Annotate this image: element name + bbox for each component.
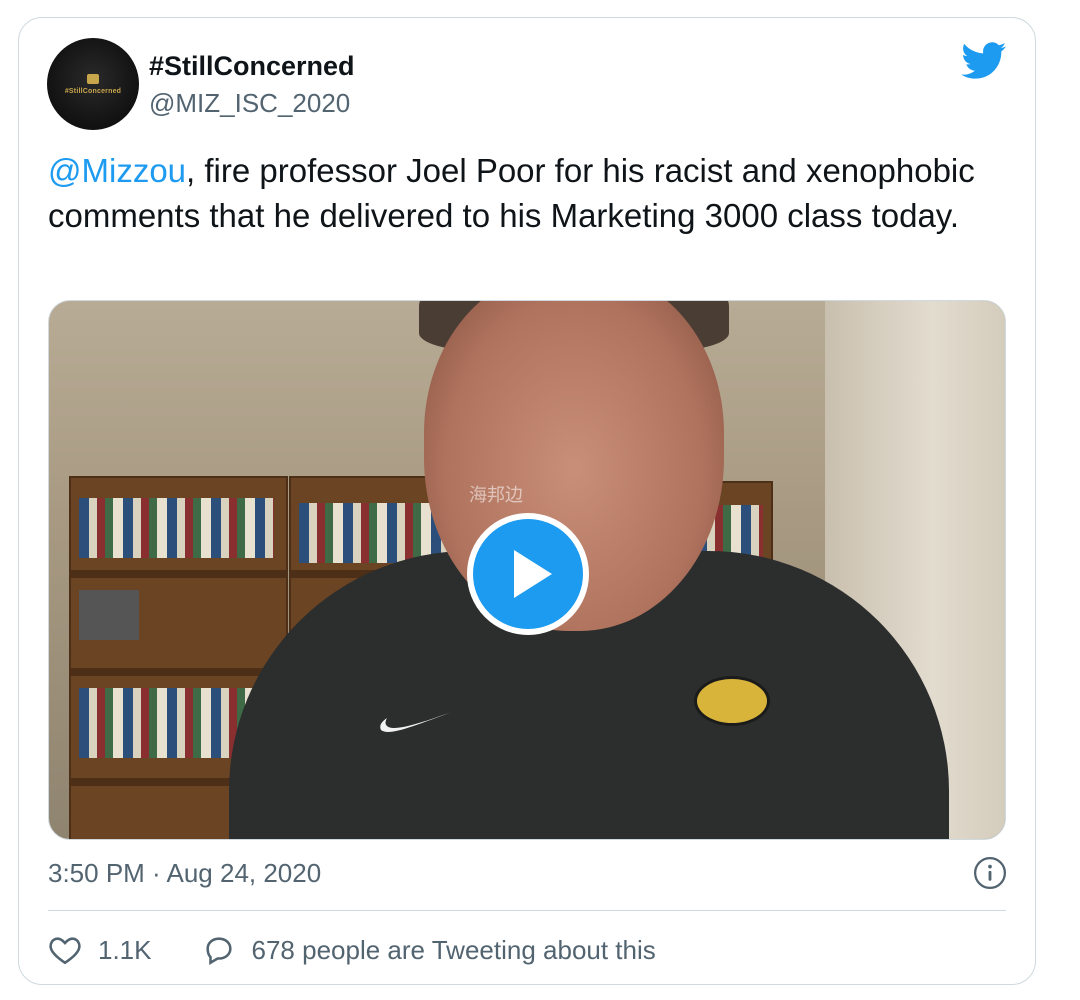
reply-label: 678 people are Tweeting about this bbox=[251, 934, 656, 965]
avatar[interactable]: #StillConcerned bbox=[47, 38, 139, 130]
tiger-logo bbox=[694, 676, 770, 726]
heart-icon bbox=[49, 937, 81, 965]
tweet-timestamp[interactable]: 3:50 PM · Aug 24, 2020 bbox=[48, 858, 321, 889]
divider bbox=[48, 910, 1006, 911]
info-icon[interactable] bbox=[973, 856, 1007, 890]
nike-logo bbox=[380, 710, 457, 732]
user-handle[interactable]: @MIZ_ISC_2020 bbox=[149, 88, 350, 119]
speech-bubble-icon bbox=[205, 937, 232, 966]
tweet-card[interactable]: #StillConcerned #StillConcerned @MIZ_ISC… bbox=[18, 17, 1036, 985]
avatar-emblem bbox=[87, 73, 99, 84]
avatar-text: #StillConcerned bbox=[64, 87, 122, 95]
like-button[interactable]: 1.1K bbox=[48, 933, 152, 967]
play-button[interactable] bbox=[467, 513, 589, 635]
mention-link[interactable]: @Mizzou bbox=[48, 152, 186, 189]
reply-button[interactable]: 678 people are Tweeting about this bbox=[202, 933, 656, 967]
tweet-text: @Mizzou, fire professor Joel Poor for hi… bbox=[48, 148, 998, 238]
video-player[interactable]: 海邦边 bbox=[48, 300, 1006, 840]
like-count: 1.1K bbox=[98, 934, 152, 965]
display-name[interactable]: #StillConcerned bbox=[149, 51, 355, 82]
tweet-body: , fire professor Joel Poor for his racis… bbox=[48, 152, 975, 234]
action-bar: 1.1K 678 people are Tweeting about this bbox=[48, 930, 656, 970]
play-icon bbox=[514, 550, 552, 598]
twitter-bird-icon[interactable] bbox=[961, 42, 1007, 80]
